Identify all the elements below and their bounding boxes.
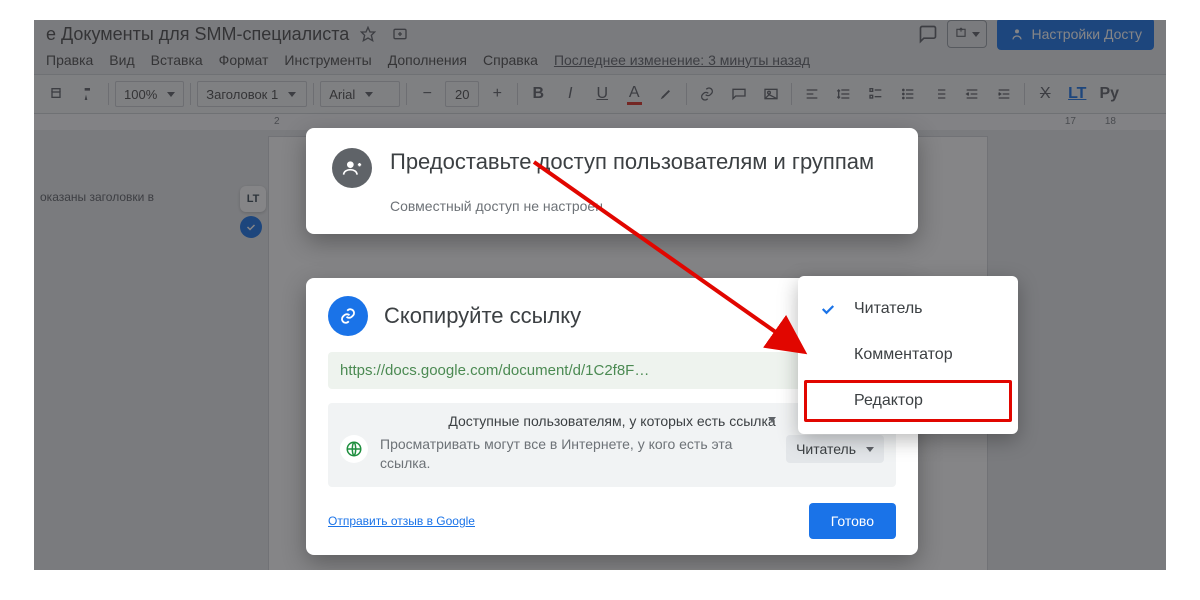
lt-icon[interactable]: LT: [1063, 80, 1091, 108]
role-option-label: Читатель: [854, 300, 922, 318]
menu-format[interactable]: Формат: [219, 52, 269, 68]
print-icon[interactable]: [42, 80, 70, 108]
outline-hint: оказаны заголовки в: [40, 190, 154, 204]
document-title[interactable]: е Документы для SMM-специалиста: [46, 24, 349, 45]
decrease-font-icon[interactable]: −: [413, 80, 441, 108]
chevron-down-icon[interactable]: [768, 417, 776, 422]
role-option-commenter[interactable]: Комментатор: [798, 332, 1018, 378]
comment-icon[interactable]: [725, 80, 753, 108]
font-size-input[interactable]: 20: [445, 81, 479, 107]
chevron-down-icon: [288, 92, 296, 97]
role-label: Читатель: [796, 441, 856, 457]
role-option-editor[interactable]: Редактор: [798, 378, 1018, 424]
outline-panel: оказаны заголовки в: [34, 190, 234, 204]
link-icon[interactable]: [693, 80, 721, 108]
role-option-viewer[interactable]: Читатель: [798, 286, 1018, 332]
line-spacing-icon[interactable]: [830, 80, 858, 108]
comments-icon[interactable]: [915, 21, 941, 47]
menu-insert[interactable]: Вставка: [151, 52, 203, 68]
done-button[interactable]: Готово: [809, 503, 896, 539]
italic-icon[interactable]: I: [556, 80, 584, 108]
py-icon[interactable]: Py: [1095, 80, 1123, 108]
chevron-down-icon: [365, 92, 373, 97]
share-button[interactable]: Настройки Досту: [997, 20, 1154, 50]
bullet-list-icon[interactable]: [894, 80, 922, 108]
share-people-dialog: Предоставьте доступ пользователям и груп…: [306, 128, 918, 234]
menu-addons[interactable]: Дополнения: [388, 52, 467, 68]
ruler-mark: 18: [1105, 116, 1116, 127]
check-icon: [818, 300, 838, 318]
indent-increase-icon[interactable]: [990, 80, 1018, 108]
check-badge-icon[interactable]: [240, 216, 262, 238]
role-option-label: Комментатор: [854, 346, 953, 364]
numbered-list-icon[interactable]: [926, 80, 954, 108]
role-selector[interactable]: Читатель: [786, 435, 884, 463]
person-add-icon: [332, 148, 372, 188]
menu-edit[interactable]: Правка: [46, 52, 93, 68]
link-round-icon: [328, 296, 368, 336]
menubar: Правка Вид Вставка Формат Инструменты До…: [34, 48, 1166, 74]
google-docs-app: е Документы для SMM-специалиста Настройк…: [34, 20, 1166, 570]
toolbar: 100% Заголовок 1 Arial − 20 + B I U A X …: [34, 74, 1166, 114]
globe-icon: [340, 435, 368, 463]
align-icon[interactable]: [798, 80, 826, 108]
ruler-mark: 2: [274, 116, 280, 127]
link-dialog-title: Скопируйте ссылку: [384, 303, 581, 329]
chevron-down-icon: [167, 92, 175, 97]
role-option-label: Редактор: [854, 392, 923, 410]
bold-icon[interactable]: B: [524, 80, 552, 108]
star-icon[interactable]: [355, 21, 381, 47]
increase-font-icon[interactable]: +: [483, 80, 511, 108]
role-dropdown: Читатель Комментатор Редактор: [798, 276, 1018, 434]
access-description: Просматривать могут все в Интернете, у к…: [380, 435, 774, 473]
menu-help[interactable]: Справка: [483, 52, 538, 68]
ruler-mark: 17: [1065, 116, 1076, 127]
checklist-icon[interactable]: [862, 80, 890, 108]
share-dialog-title: Предоставьте доступ пользователям и груп…: [390, 148, 874, 188]
share-url[interactable]: https://docs.google.com/document/d/1C2f8…: [328, 352, 840, 389]
menu-view[interactable]: Вид: [109, 52, 134, 68]
font-select[interactable]: Arial: [320, 81, 400, 107]
lt-badge-icon[interactable]: LT: [240, 186, 266, 212]
menu-tools[interactable]: Инструменты: [284, 52, 371, 68]
share-button-label: Настройки Досту: [1031, 26, 1142, 42]
indent-decrease-icon[interactable]: [958, 80, 986, 108]
zoom-select[interactable]: 100%: [115, 81, 184, 107]
clear-format-icon[interactable]: X: [1031, 80, 1059, 108]
feedback-link[interactable]: Отправить отзыв в Google: [328, 514, 475, 528]
underline-icon[interactable]: U: [588, 80, 616, 108]
last-edit-link[interactable]: Последнее изменение: 3 минуты назад: [554, 52, 810, 68]
chevron-down-icon: [972, 32, 980, 37]
chevron-down-icon: [866, 447, 874, 452]
titlebar: е Документы для SMM-специалиста Настройк…: [34, 20, 1166, 48]
present-button[interactable]: [947, 20, 987, 48]
image-icon[interactable]: [757, 80, 785, 108]
highlight-icon[interactable]: [652, 80, 680, 108]
text-color-icon[interactable]: A: [620, 80, 648, 108]
paint-format-icon[interactable]: [74, 80, 102, 108]
move-icon[interactable]: [387, 21, 413, 47]
share-dialog-subtitle: Совместный доступ не настроен: [390, 198, 892, 214]
style-select[interactable]: Заголовок 1: [197, 81, 307, 107]
